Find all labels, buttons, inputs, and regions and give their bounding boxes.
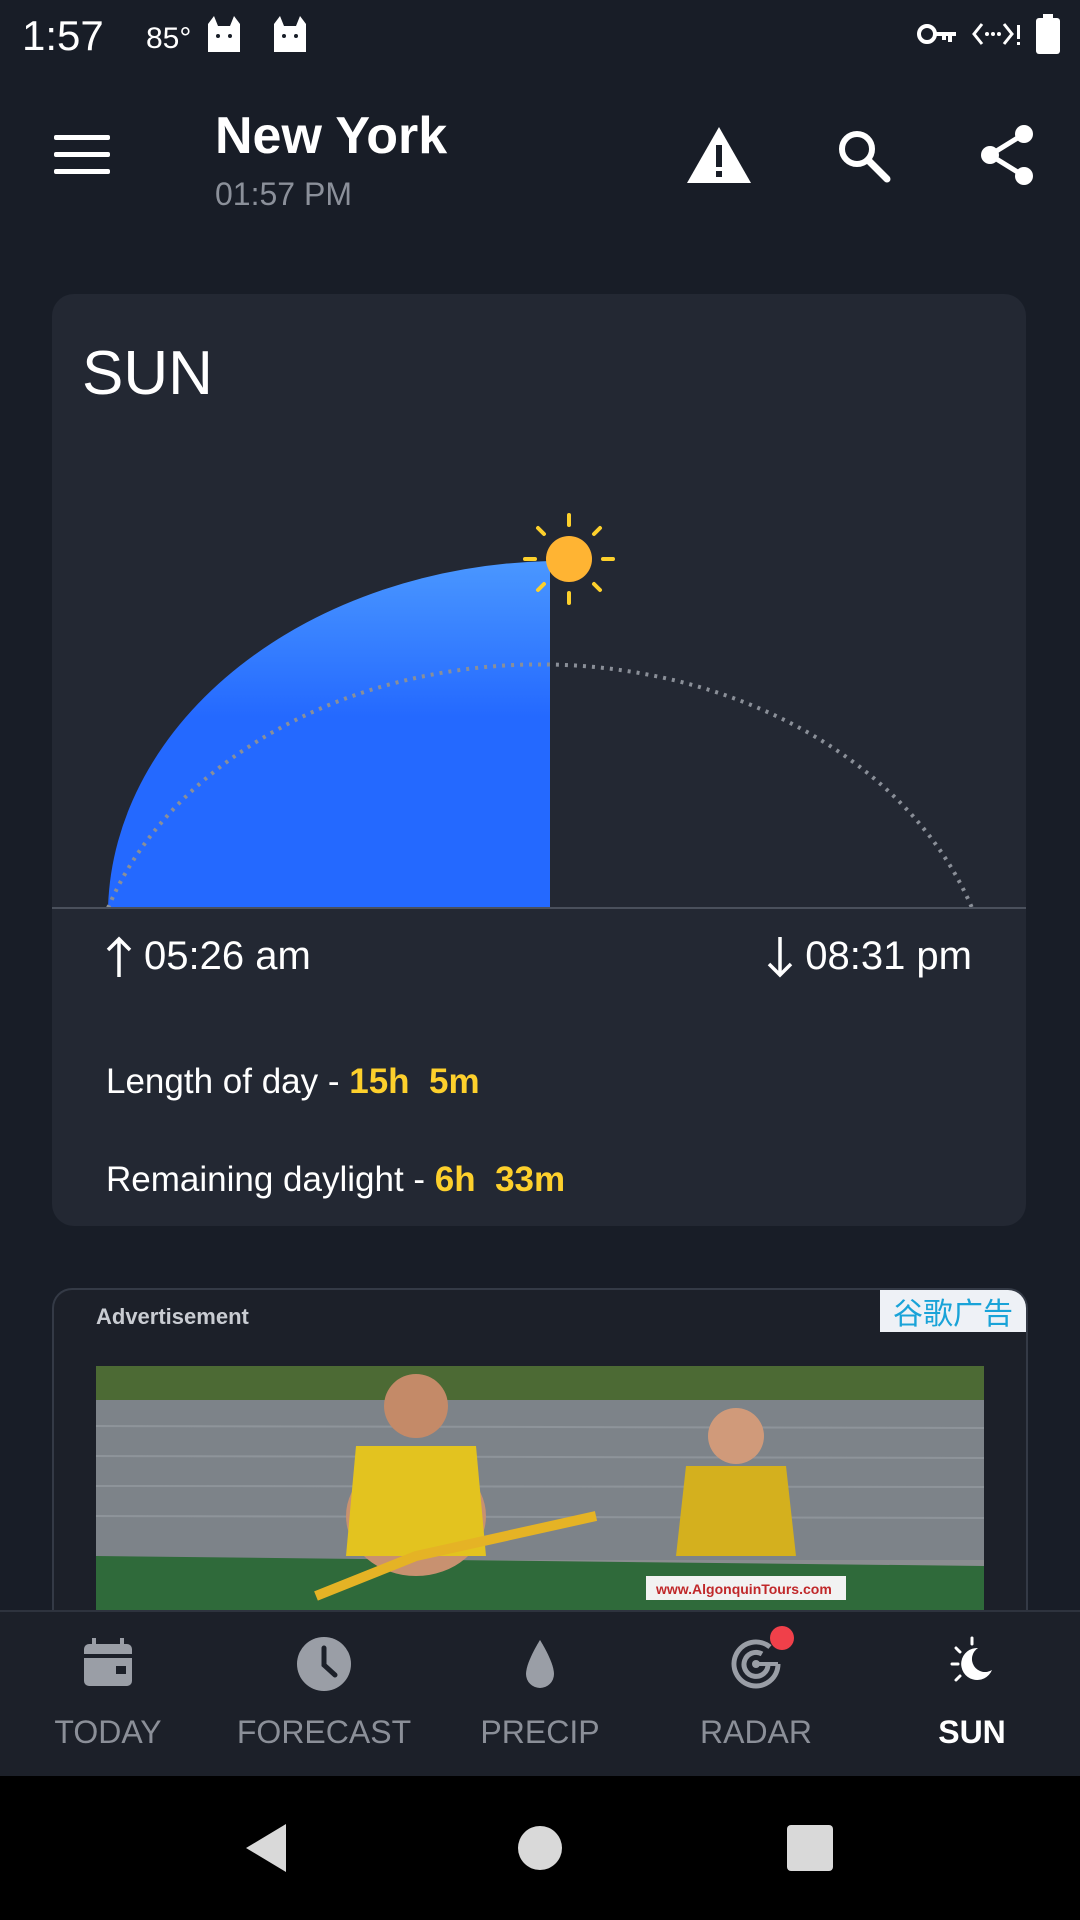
- arrow-up-icon: [106, 936, 132, 977]
- nav-sun[interactable]: SUN: [864, 1612, 1080, 1778]
- menu-button[interactable]: [54, 135, 110, 175]
- calendar-icon: [84, 1638, 132, 1686]
- back-icon[interactable]: [236, 1818, 296, 1878]
- cat-notification-icon: [208, 16, 240, 52]
- nav-label: RADAR: [699, 1714, 812, 1750]
- data-saver-icon: [972, 23, 1020, 45]
- ad-badge[interactable]: 谷歌广告: [880, 1290, 1026, 1332]
- location-local-time: 01:57 PM: [215, 176, 352, 212]
- sunrise-time: 05:26 am: [104, 934, 311, 979]
- remaining-daylight-row: Remaining daylight - 6h 33m: [106, 1160, 565, 1200]
- search-icon: [839, 131, 891, 183]
- system-nav-bar: [0, 1776, 1080, 1920]
- alert-icon: [687, 127, 751, 183]
- radar-alert-dot-icon: [770, 1626, 794, 1650]
- sun-arc-chart: [52, 513, 1026, 909]
- daylight-elapsed-fill: [108, 561, 550, 908]
- search-button[interactable]: [828, 120, 898, 190]
- nav-label: SUN: [938, 1714, 1006, 1750]
- status-time: 1:57: [22, 12, 104, 59]
- ad-image-canoe-photo[interactable]: www.AlgonquinTours.com: [96, 1366, 984, 1610]
- ad-label: Advertisement: [96, 1304, 249, 1329]
- sunset-time: 08:31 pm: [765, 934, 972, 979]
- length-hours: 15h: [349, 1062, 410, 1101]
- location-city[interactable]: New York: [215, 106, 447, 166]
- home-icon[interactable]: [510, 1818, 570, 1878]
- battery-icon: [1036, 14, 1060, 54]
- nav-label: PRECIP: [480, 1714, 600, 1750]
- app-bar: New York 01:57 PM: [0, 90, 1080, 220]
- share-button[interactable]: [972, 120, 1042, 190]
- bottom-nav: TODAY FORECAST PRECIP RADAR SUN: [0, 1610, 1080, 1778]
- length-minutes: 5m: [429, 1062, 480, 1101]
- remaining-daylight-label: Remaining daylight -: [106, 1160, 435, 1199]
- nav-forecast[interactable]: FORECAST: [216, 1612, 432, 1778]
- sunrise-value: 05:26 am: [144, 934, 311, 978]
- sunset-value: 08:31 pm: [805, 934, 972, 978]
- length-of-day-row: Length of day - 15h 5m: [106, 1062, 480, 1102]
- sun-card: SUN 05:26 am 08:31 pm Length of day - 15…: [52, 294, 1026, 1226]
- raindrop-icon: [526, 1640, 554, 1688]
- ad-card[interactable]: Advertisement 谷歌广告 www.AlgonquinTours.co…: [52, 1288, 1028, 1610]
- status-bar: 1:57 85°: [0, 0, 1080, 72]
- nav-label: FORECAST: [236, 1714, 412, 1750]
- length-of-day-label: Length of day -: [106, 1062, 350, 1101]
- nav-radar[interactable]: RADAR: [648, 1612, 864, 1778]
- nav-precip[interactable]: PRECIP: [432, 1612, 648, 1778]
- recents-icon[interactable]: [780, 1818, 840, 1878]
- sun-icon: [523, 513, 615, 605]
- cat-notification-icon: [274, 16, 306, 52]
- status-temperature: 85°: [146, 22, 192, 55]
- vpn-key-icon: [917, 24, 956, 44]
- remaining-hours: 6h: [434, 1160, 476, 1199]
- nav-today[interactable]: TODAY: [0, 1612, 216, 1778]
- nav-label: TODAY: [54, 1714, 162, 1750]
- share-icon: [981, 125, 1033, 185]
- arrow-down-icon: [767, 936, 793, 977]
- remaining-minutes: 33m: [495, 1160, 566, 1199]
- alert-button[interactable]: [684, 120, 754, 190]
- clock-icon: [297, 1637, 351, 1691]
- ad-image-url: www.AlgonquinTours.com: [655, 1581, 832, 1597]
- sun-moon-icon: [950, 1636, 992, 1682]
